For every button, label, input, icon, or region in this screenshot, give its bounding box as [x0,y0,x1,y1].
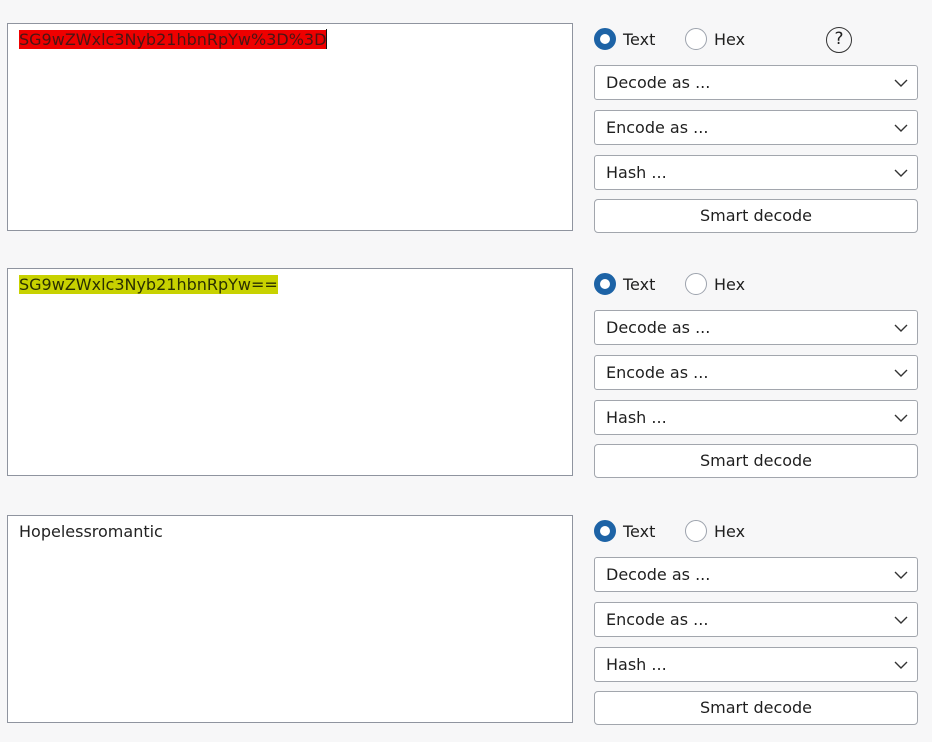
mode-radio-group-1: Text Hex ? [594,23,918,55]
decode-as-label: Decode as ... [606,318,711,337]
smart-decode-button-3[interactable]: Smart decode [594,691,918,725]
radio-selected-icon [594,520,616,542]
chevron-down-icon [894,169,908,177]
text-caret [326,29,328,49]
editor-content-2: SG9wZWxlc3Nyb21hbnRpYw== [19,275,278,294]
text-radio-2[interactable]: Text [594,270,655,298]
decode-as-dropdown-3[interactable]: Decode as ... [594,557,918,592]
controls-1: Text Hex ? Decode as ... Encode as ... H… [594,23,918,233]
decoder-panel-1: SG9wZWxlc3Nyb21hbnRpYw%3D%3D Text Hex ? … [0,23,932,235]
chevron-down-icon [894,369,908,377]
chevron-down-icon [894,79,908,87]
chevron-down-icon [894,616,908,624]
text-editor-2[interactable]: SG9wZWxlc3Nyb21hbnRpYw== [7,268,573,476]
hash-dropdown-1[interactable]: Hash ... [594,155,918,190]
text-radio-3[interactable]: Text [594,517,655,545]
decode-as-label: Decode as ... [606,73,711,92]
hex-radio-label: Hex [714,29,746,49]
smart-decode-button-1[interactable]: Smart decode [594,199,918,233]
hex-radio-label: Hex [714,274,746,294]
hash-label: Hash ... [606,655,667,674]
hash-dropdown-3[interactable]: Hash ... [594,647,918,682]
encode-as-label: Encode as ... [606,610,709,629]
decoder-panel-2: SG9wZWxlc3Nyb21hbnRpYw== Text Hex Decode… [0,268,932,480]
text-editor-3[interactable]: Hopelessromantic [7,515,573,723]
text-radio-1[interactable]: Text [594,25,655,53]
encode-as-label: Encode as ... [606,118,709,137]
text-radio-label: Text [623,274,656,294]
chevron-down-icon [894,571,908,579]
hex-radio-2[interactable]: Hex [685,270,745,298]
controls-3: Text Hex Decode as ... Encode as ... Has… [594,515,918,725]
chevron-down-icon [894,661,908,669]
smart-decode-button-2[interactable]: Smart decode [594,444,918,478]
controls-2: Text Hex Decode as ... Encode as ... Has… [594,268,918,478]
hex-radio-label: Hex [714,521,746,541]
editor-content-1: SG9wZWxlc3Nyb21hbnRpYw%3D%3D [19,30,327,49]
radio-selected-icon [594,28,616,50]
decoder-panel-3: Hopelessromantic Text Hex Decode as ... … [0,515,932,727]
mode-radio-group-2: Text Hex [594,268,918,300]
editor-content-3: Hopelessromantic [19,522,163,541]
decode-as-label: Decode as ... [606,565,711,584]
encode-as-dropdown-3[interactable]: Encode as ... [594,602,918,637]
chevron-down-icon [894,324,908,332]
hash-label: Hash ... [606,408,667,427]
decode-as-dropdown-1[interactable]: Decode as ... [594,65,918,100]
hash-dropdown-2[interactable]: Hash ... [594,400,918,435]
hex-radio-3[interactable]: Hex [685,517,745,545]
hex-radio-1[interactable]: Hex [685,25,745,53]
mode-radio-group-3: Text Hex [594,515,918,547]
hash-label: Hash ... [606,163,667,182]
text-editor-1[interactable]: SG9wZWxlc3Nyb21hbnRpYw%3D%3D [7,23,573,231]
decode-as-dropdown-2[interactable]: Decode as ... [594,310,918,345]
help-icon[interactable]: ? [826,27,852,53]
chevron-down-icon [894,124,908,132]
encode-as-dropdown-2[interactable]: Encode as ... [594,355,918,390]
radio-unselected-icon [685,520,707,542]
radio-unselected-icon [685,273,707,295]
chevron-down-icon [894,414,908,422]
encode-as-dropdown-1[interactable]: Encode as ... [594,110,918,145]
text-radio-label: Text [623,521,656,541]
encode-as-label: Encode as ... [606,363,709,382]
radio-unselected-icon [685,28,707,50]
text-radio-label: Text [623,29,656,49]
radio-selected-icon [594,273,616,295]
